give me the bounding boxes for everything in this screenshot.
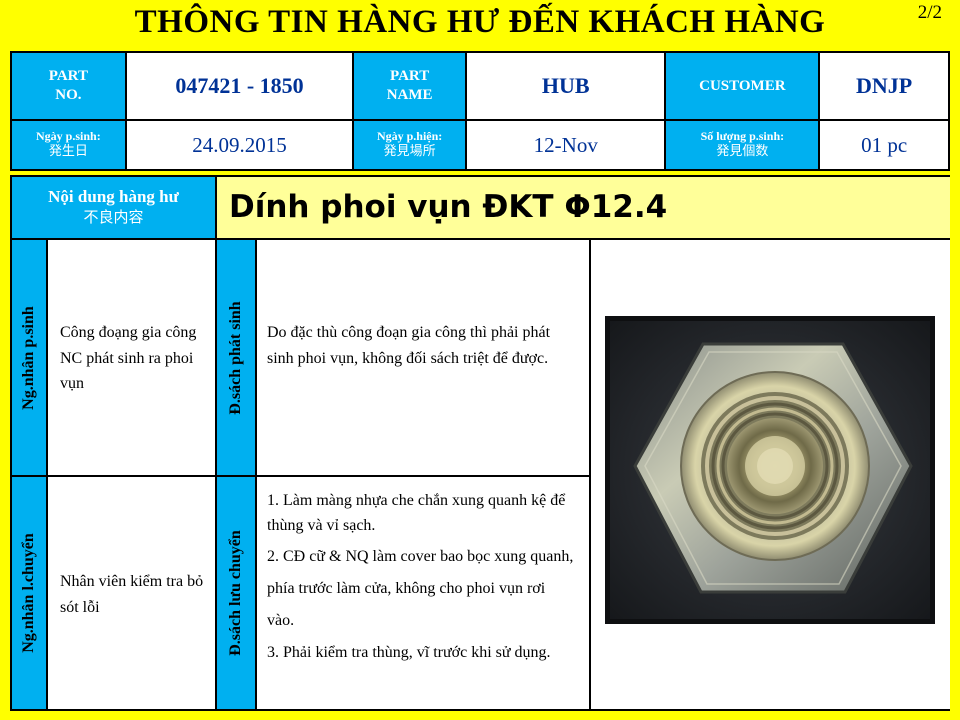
counter-outflow-label: Đ.sách lưu chuyển [227, 530, 244, 656]
customer-label: CUSTOMER [664, 51, 821, 121]
defect-detail-panel: Nội dung hàng hư 不良内容 Dính phoi vụn ĐKT … [10, 175, 950, 711]
counter-outflow-item: 2. CĐ cữ & NQ làm cover bao bọc xung qua… [267, 547, 574, 629]
defect-description: Dính phoi vụn ĐKT Φ12.4 [217, 177, 950, 240]
cause-outflow-text: Nhân viên kiểm tra bỏ sót lỗi [48, 477, 217, 709]
counter-occur-label-cell: Đ.sách phát sinh [217, 240, 257, 477]
date-occur-value: 24.09.2015 [124, 119, 355, 171]
qty-label: Số lượng p.sinh: 発見個数 [664, 119, 821, 171]
cause-outflow-label-cell: Ng.nhân l.chuyển [12, 477, 48, 709]
date-occur-label: Ngày p.sinh: 発生日 [10, 119, 127, 171]
defect-label: Nội dung hàng hư 不良内容 [12, 177, 217, 240]
counter-outflow-list: 1. Làm màng nhựa che chắn xung quanh kệ … [257, 477, 591, 709]
counter-occur-text: Do đặc thù công đoạn gia công thì phải p… [257, 240, 591, 477]
cause-occur-label: Ng.nhân p.sinh [20, 305, 37, 410]
counter-occur-label: Đ.sách phát sinh [227, 300, 244, 415]
part-no-label: PART NO. [10, 51, 127, 121]
date-found-value: 12-Nov [465, 119, 667, 171]
photo-cell [591, 240, 950, 709]
customer-value: DNJP [818, 51, 950, 121]
cause-occur-label-cell: Ng.nhân p.sinh [12, 240, 48, 477]
hub-photo [605, 316, 935, 624]
page-number: 2/2 [917, 2, 942, 23]
part-info-table: PART NO. 047421 - 1850 PART NAME HUB CUSTO… [10, 51, 950, 171]
cause-outflow-label: Ng.nhân l.chuyển [20, 533, 37, 653]
counter-outflow-item: 3. Phải kiểm tra thùng, vĩ trước khi sử … [267, 643, 551, 661]
part-name-label: PART NAME [352, 51, 468, 121]
date-found-label: Ngày p.hiện: 発見場所 [352, 119, 468, 171]
counter-outflow-label-cell: Đ.sách lưu chuyển [217, 477, 257, 709]
page-title: THÔNG TIN HÀNG HƯ ĐẾN KHÁCH HÀNG [134, 4, 826, 40]
part-no-value: 047421 - 1850 [124, 51, 355, 121]
counter-outflow-item: 1. Làm màng nhựa che chắn xung quanh kệ … [267, 492, 566, 534]
part-name-value: HUB [465, 51, 667, 121]
cause-occur-text: Công đoạng gia công NC phát sinh ra phoi… [48, 240, 217, 477]
qty-value: 01 pc [818, 119, 950, 171]
